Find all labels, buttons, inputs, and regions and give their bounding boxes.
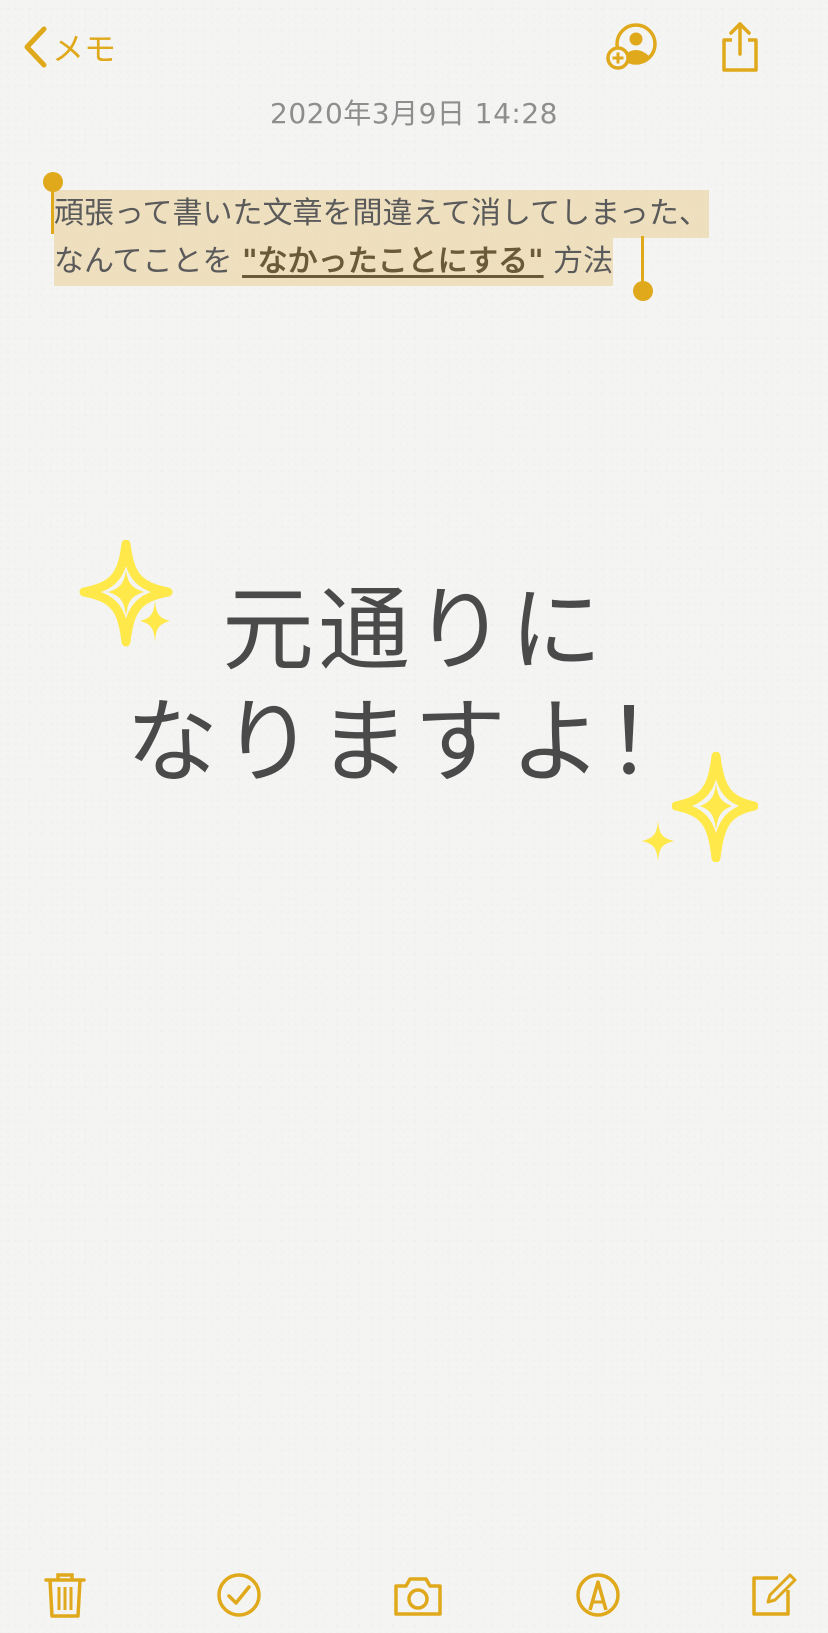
selection-end-handle[interactable] — [633, 281, 653, 301]
checkmark-circle-icon — [217, 1573, 261, 1617]
compose-button[interactable] — [748, 1570, 798, 1620]
compose-icon — [752, 1573, 797, 1616]
share-button[interactable] — [712, 20, 768, 76]
camera-button[interactable] — [392, 1570, 442, 1620]
overlay-message: 元通りに なりますよ！ — [0, 575, 828, 799]
share-icon — [722, 22, 758, 72]
navigation-bar: メモ — [0, 0, 828, 90]
delete-button[interactable] — [40, 1570, 90, 1620]
bottom-toolbar — [0, 1560, 828, 1630]
back-label: メモ — [52, 30, 117, 68]
markup-button[interactable] — [573, 1570, 623, 1620]
add-person-button[interactable] — [604, 20, 660, 76]
note-line-1: 頑張って書いた文章を間違えて消してしまった、 — [54, 190, 709, 238]
selection-end-caret — [641, 236, 644, 284]
overlay-line-1: 元通りに — [221, 577, 606, 684]
back-button[interactable]: メモ — [22, 22, 116, 72]
overlay-line-2: なりますよ！ — [125, 689, 702, 796]
trash-icon — [44, 1573, 86, 1618]
markup-pen-icon — [576, 1573, 620, 1617]
note-line-2: なんてことを "なかったことにする" 方法 — [54, 238, 614, 286]
add-person-icon — [606, 23, 657, 70]
note-line-2-suffix: 方法 — [543, 244, 614, 279]
note-body[interactable]: 頑張って書いた文章を間違えて消してしまった、 なんてことを "なかったことにする… — [54, 190, 774, 286]
camera-icon — [394, 1577, 442, 1616]
chevron-left-icon — [24, 26, 47, 68]
checklist-button[interactable] — [214, 1570, 264, 1620]
sparkle-small-icon — [642, 820, 674, 862]
note-bold-phrase: "なかったことにする" — [242, 244, 544, 279]
note-date: 2020年3月9日 14:28 — [270, 97, 558, 130]
selection-start-caret — [51, 186, 54, 234]
note-line-2-prefix: なんてことを — [54, 244, 243, 279]
